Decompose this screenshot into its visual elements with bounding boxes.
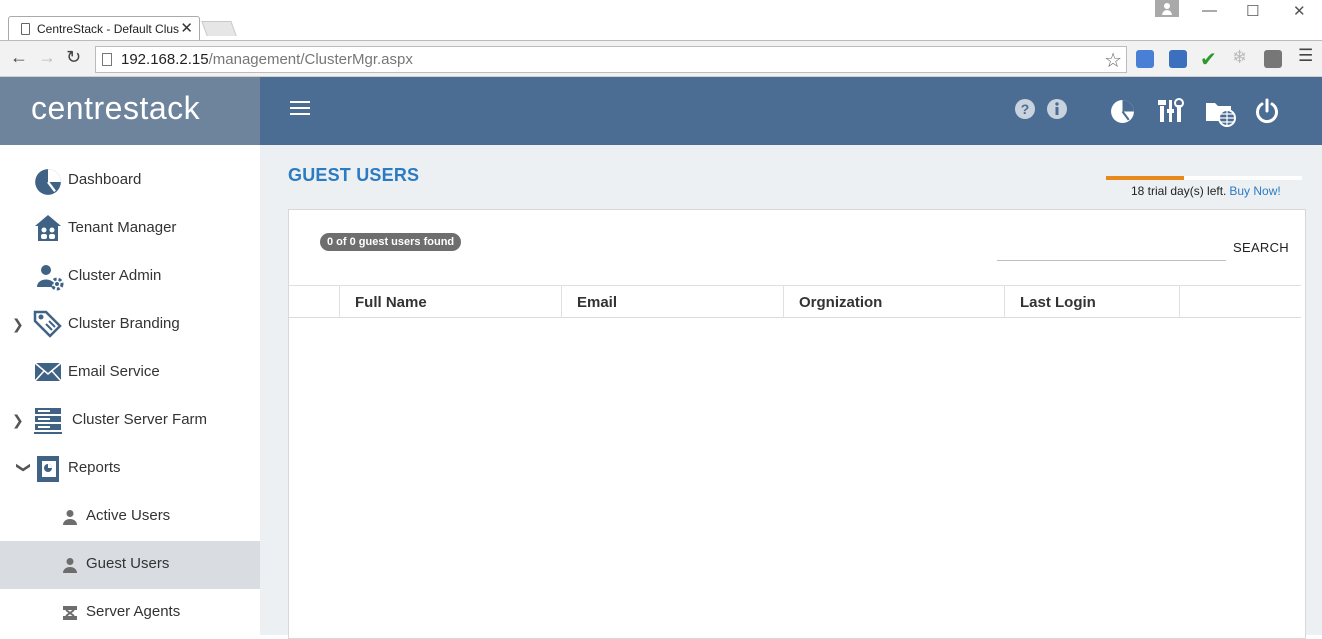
trial-progress-bar: [1106, 176, 1302, 180]
table-header: Full Name Email Orgnization Last Login: [289, 285, 1301, 318]
tenant-house-icon: [35, 215, 61, 241]
reload-icon[interactable]: ↻: [66, 47, 81, 68]
buy-now-link[interactable]: Buy Now!: [1229, 184, 1280, 198]
address-bar[interactable]: 192.168.2.15/management/ClusterMgr.aspx …: [95, 46, 1127, 73]
sidebar-item-label: Active Users: [86, 507, 171, 524]
sidebar-item-guest-users[interactable]: Guest Users: [0, 541, 260, 589]
close-window-button[interactable]: ✕: [1293, 2, 1306, 20]
sidebar-item-label: Dashboard: [68, 171, 142, 188]
svg-text:?: ?: [1021, 101, 1030, 117]
browser-toolbar: ← → ↻ 192.168.2.15/management/ClusterMgr…: [0, 40, 1322, 77]
chevron-right-icon[interactable]: ❯: [12, 412, 24, 429]
column-header-label: Full Name: [355, 294, 427, 311]
guest-users-panel: 0 of 0 guest users found SEARCH Full Nam…: [288, 209, 1306, 639]
column-header-organization[interactable]: Orgnization: [784, 286, 1005, 318]
back-arrow-icon[interactable]: ←: [10, 47, 28, 68]
search-input[interactable]: [997, 240, 1226, 261]
tab-close-icon[interactable]: ✕: [180, 19, 193, 37]
logo[interactable]: centrestack: [31, 90, 200, 127]
trial-status: 18 trial day(s) left. Buy Now!: [1131, 184, 1281, 198]
sidebar: Dashboard Tenant Manager Cluster Admin ❯…: [0, 145, 260, 635]
sidebar-item-reports[interactable]: ❯ Reports: [0, 445, 260, 493]
snowflake-extension-icon[interactable]: ❄: [1232, 47, 1250, 67]
server-farm-icon: [34, 408, 62, 434]
actions-column-header: [1180, 286, 1301, 318]
sidebar-item-email-service[interactable]: Email Service: [0, 349, 260, 397]
document-icon: [21, 23, 30, 35]
sidebar-item-label: Reports: [68, 459, 121, 476]
sidebar-item-label: Tenant Manager: [68, 219, 177, 236]
sidebar-item-label: Cluster Server Farm: [72, 411, 208, 428]
web-folder-icon[interactable]: [1205, 99, 1237, 127]
sidebar-item-cluster-admin[interactable]: Cluster Admin: [0, 253, 260, 301]
logo-area: centrestack: [0, 77, 260, 145]
sidebar-item-label: Email Service: [68, 363, 160, 380]
help-icon[interactable]: ?: [1015, 99, 1035, 119]
forward-arrow-icon[interactable]: →: [38, 47, 56, 68]
maximize-button[interactable]: ☐: [1246, 2, 1259, 20]
dashboard-pie-icon: [35, 169, 61, 195]
tab-title: CentreStack - Default Clus: [37, 22, 180, 36]
column-header-label: Last Login: [1020, 294, 1096, 311]
server-agent-icon: [63, 606, 77, 620]
column-header-email[interactable]: Email: [562, 286, 784, 318]
hamburger-menu-icon[interactable]: [290, 101, 310, 119]
reports-icon: [37, 456, 59, 482]
sidebar-item-label: Cluster Branding: [68, 315, 180, 332]
calendar-extension-icon[interactable]: [1169, 50, 1187, 68]
sidebar-item-cluster-branding[interactable]: ❯ Cluster Branding: [0, 301, 260, 349]
column-header-full-name[interactable]: Full Name: [340, 286, 562, 318]
admin-user-gear-icon: [37, 265, 64, 291]
search-button[interactable]: SEARCH: [1233, 240, 1289, 255]
column-header-label: Email: [577, 294, 618, 311]
sidebar-item-label: Cluster Admin: [68, 267, 162, 284]
chevron-right-icon[interactable]: ❯: [12, 316, 24, 333]
settings-tools-icon[interactable]: [1157, 97, 1185, 125]
result-count-badge: 0 of 0 guest users found: [320, 233, 462, 251]
dashboard-pie-icon[interactable]: [1110, 99, 1135, 124]
user-icon: [63, 558, 77, 573]
column-header-label: Orgnization: [799, 294, 883, 311]
checkmark-extension-icon[interactable]: ✔: [1200, 47, 1218, 71]
sidebar-item-label: Server Agents: [86, 603, 181, 620]
main-content: GUEST USERS 18 trial day(s) left. Buy Now…: [260, 145, 1322, 639]
chevron-down-icon[interactable]: ❯: [15, 462, 32, 474]
sidebar-item-server-agents[interactable]: Server Agents: [0, 589, 260, 637]
sidebar-item-dashboard[interactable]: Dashboard: [0, 157, 260, 205]
trial-days-text: 18 trial day(s) left.: [1131, 184, 1227, 198]
envelope-icon: [34, 362, 62, 382]
user-icon: [63, 510, 77, 525]
select-column-header[interactable]: [289, 286, 340, 318]
sidebar-item-tenant-manager[interactable]: Tenant Manager: [0, 205, 260, 253]
page-icon: [102, 53, 112, 66]
minimize-button[interactable]: —: [1202, 2, 1217, 19]
branding-tag-icon: [33, 310, 62, 338]
bookmark-star-icon[interactable]: ☆: [1104, 48, 1122, 73]
page-title: GUEST USERS: [288, 165, 420, 185]
column-header-last-login[interactable]: Last Login: [1005, 286, 1180, 318]
url-text: 192.168.2.15/management/ClusterMgr.aspx: [121, 51, 413, 68]
trial-progress-fill: [1106, 176, 1185, 180]
info-icon[interactable]: [1047, 99, 1067, 119]
url-host: 192.168.2.15: [121, 51, 209, 68]
new-tab-button[interactable]: [201, 21, 237, 36]
power-icon[interactable]: [1255, 98, 1279, 124]
browser-tab[interactable]: CentreStack - Default Clus ✕: [8, 16, 200, 41]
url-path: /management/ClusterMgr.aspx: [208, 51, 413, 68]
app-header: centrestack ?: [0, 77, 1322, 145]
profile-icon[interactable]: [1155, 0, 1179, 17]
menu-icon[interactable]: ☰: [1298, 46, 1313, 66]
sidebar-item-cluster-server-farm[interactable]: ❯ Cluster Server Farm: [0, 397, 260, 445]
shield-extension-icon[interactable]: [1264, 50, 1282, 68]
translate-extension-icon[interactable]: [1136, 50, 1154, 68]
browser-titlebar: CentreStack - Default Clus ✕ — ☐ ✕: [0, 0, 1322, 41]
sidebar-item-active-users[interactable]: Active Users: [0, 493, 260, 541]
sidebar-item-label: Guest Users: [86, 555, 170, 572]
